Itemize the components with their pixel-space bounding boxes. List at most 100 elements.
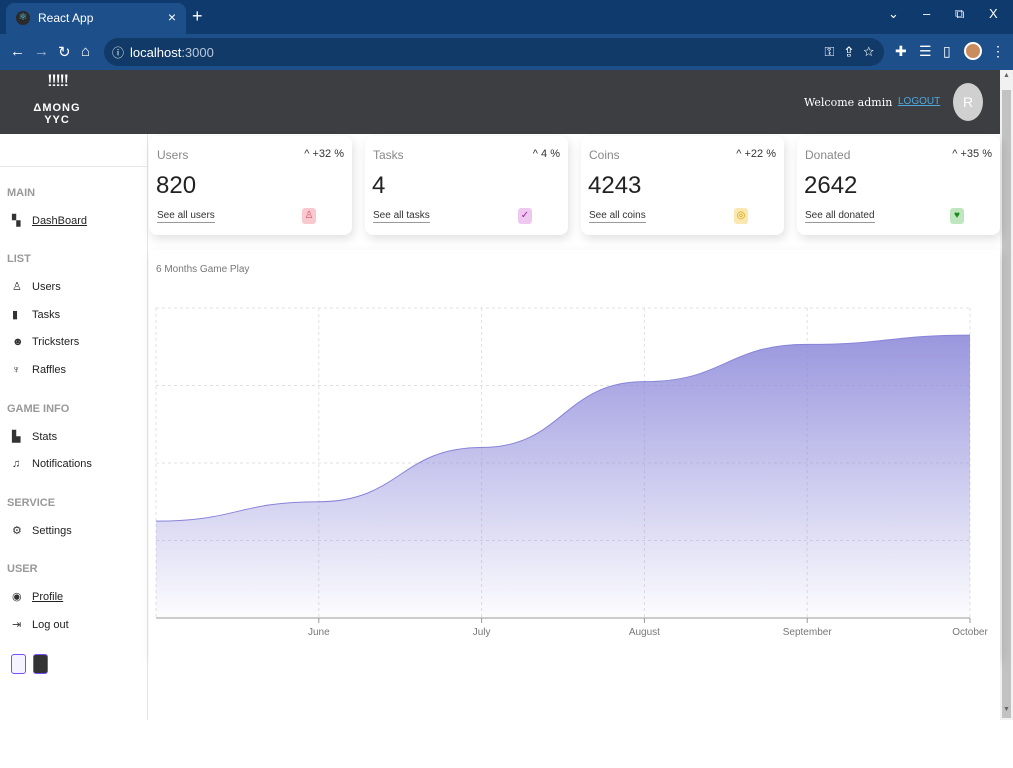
scrollbar-thumb[interactable] (1002, 90, 1011, 718)
new-tab-button[interactable]: + (192, 6, 203, 27)
stats-icon: ▙ (12, 431, 21, 443)
x-tick-label: October (952, 627, 988, 638)
task-check-icon: ✓ (518, 208, 532, 224)
reading-list-icon[interactable]: ☰ (919, 43, 932, 60)
widget-percent: ^ +22 % (736, 148, 776, 160)
react-favicon-icon: ⚛ (16, 11, 30, 25)
sidebar-item-settings[interactable]: ⚙ Settings (12, 524, 72, 537)
widget-donated: Donated ^ +35 % 2642 See all donated ♥ (797, 136, 1000, 235)
browser-tab[interactable]: ⚛ React App × (6, 3, 186, 34)
widget-percent: ^ +35 % (952, 148, 992, 160)
logout-icon: ⇥ (12, 619, 22, 631)
bell-icon: ♫ (12, 458, 21, 470)
browser-profile-avatar[interactable] (964, 42, 982, 60)
reload-icon[interactable]: ↻ (58, 43, 71, 61)
sidebar-item-label: Profile (32, 591, 64, 603)
sidebar-item-users[interactable]: ♙ Users (12, 280, 61, 293)
sidebar-item-tricksters[interactable]: ☻ Tricksters (12, 336, 79, 348)
widget-title: Coins (589, 148, 620, 162)
close-window-button[interactable]: X (989, 6, 998, 21)
tab-search-icon[interactable]: ⌄ (888, 6, 899, 22)
forward-icon[interactable]: → (34, 43, 49, 60)
back-icon[interactable]: ← (10, 43, 25, 60)
logout-link[interactable]: LOGOUT (898, 96, 940, 107)
widget-title: Donated (805, 148, 851, 162)
dashboard-icon: ▚ (12, 215, 21, 227)
sidebar-item-label: Stats (32, 431, 58, 443)
x-tick-label: July (473, 627, 491, 638)
section-main: MAIN (7, 187, 36, 199)
menu-icon[interactable]: ⋮ (991, 43, 1005, 60)
see-all-users-link[interactable]: See all users (157, 210, 215, 223)
logo[interactable]: ꜝꜝꜝꜝꜝ ΔMONG YYC (22, 76, 92, 126)
person-icon: ♙ (302, 208, 316, 224)
content-below-chart (149, 658, 1000, 720)
dark-theme-toggle[interactable] (33, 654, 48, 674)
url-field[interactable]: ⓘ localhost:3000 ⚿ ⇪ ☆ (104, 38, 884, 66)
browser-tab-bar: ⚛ React App × + ⌄ – ⧉ X (0, 0, 1013, 34)
sidebar-item-profile[interactable]: ◉ Profile (12, 590, 63, 603)
side-panel-icon[interactable]: ▯ (943, 43, 951, 60)
x-tick-label: September (783, 627, 833, 638)
minimize-button[interactable]: – (923, 6, 930, 21)
url-host: localhost (130, 45, 182, 60)
home-icon[interactable]: ⌂ (81, 43, 90, 60)
vertical-scrollbar[interactable]: ▲ ▼ (1000, 70, 1013, 720)
extensions-icon[interactable]: ✚ (895, 43, 907, 60)
area-chart: June July August September October (155, 307, 988, 638)
widget-value: 2642 (804, 172, 858, 199)
x-tick-label: August (629, 627, 660, 638)
see-all-donated-link[interactable]: See all donated (805, 210, 875, 223)
widget-coins: Coins ^ +22 % 4243 See all coins ◎ (581, 136, 784, 235)
see-all-coins-link[interactable]: See all coins (589, 210, 646, 223)
sidebar-divider (0, 166, 148, 167)
x-tick-label: June (308, 627, 330, 638)
sidebar-item-logout[interactable]: ⇥ Log out (12, 618, 69, 631)
sidebar-item-label: Log out (32, 619, 69, 631)
section-game-info: GAME INFO (7, 403, 70, 415)
star-icon[interactable]: ☆ (863, 44, 874, 59)
sidebar-item-dashboard[interactable]: ▚ DashBoard (12, 214, 87, 227)
welcome-text: Welcome admin (804, 96, 893, 109)
avatar[interactable]: R (953, 83, 983, 121)
restore-button[interactable]: ⧉ (955, 6, 964, 22)
section-service: SERVICE (7, 497, 56, 509)
sidebar-item-label: Settings (32, 525, 72, 537)
light-theme-toggle[interactable] (11, 654, 26, 674)
trophy-icon: ♆ (12, 364, 21, 376)
percent-value: +22 % (744, 148, 777, 160)
section-user: USER (7, 563, 38, 575)
up-arrow-icon: ^ (304, 148, 310, 160)
up-arrow-icon: ^ (532, 148, 538, 160)
sidebar-item-label: Raffles (32, 364, 67, 376)
widget-percent: ^ 4 % (533, 148, 560, 160)
tab-title: React App (38, 11, 94, 25)
widget-title: Users (157, 148, 189, 162)
share-icon[interactable]: ⇪ (845, 44, 852, 59)
sidebar-item-label: DashBoard (32, 215, 88, 227)
see-all-tasks-link[interactable]: See all tasks (373, 210, 430, 223)
up-arrow-icon: ^ (952, 148, 958, 160)
profile-icon: ◉ (12, 591, 22, 603)
site-info-icon[interactable]: ⓘ (112, 44, 124, 61)
game-play-chart: 6 Months Game Play June July August Septemb… (149, 250, 1000, 658)
sidebar-item-stats[interactable]: ▙ Stats (12, 430, 57, 443)
tab-close-icon[interactable]: × (168, 9, 176, 25)
scroll-down-icon[interactable]: ▼ (1003, 706, 1010, 713)
widget-users: Users ^ +32 % 820 See all users ♙ (149, 136, 352, 235)
widget-tasks: Tasks ^ 4 % 4 See all tasks ✓ (365, 136, 568, 235)
settings-icon: ⚙ (12, 525, 22, 537)
address-bar-row: ← → ↻ ⌂ ⓘ localhost:3000 ⚿ ⇪ ☆ ✚ ☰ ▯ ⋮ (0, 34, 1013, 70)
scroll-up-icon[interactable]: ▲ (1003, 72, 1010, 79)
logo-text: ΔMONG YYC (33, 102, 81, 126)
key-icon[interactable]: ⚿ (824, 44, 834, 59)
sidebar-item-tasks[interactable]: ▮ Tasks (12, 308, 60, 321)
sidebar-item-notifications[interactable]: ♫ Notifications (12, 458, 92, 470)
task-icon: ▮ (12, 309, 19, 321)
percent-value: +32 % (312, 148, 345, 160)
sidebar-item-label: Tricksters (32, 336, 80, 348)
widget-percent: ^ +32 % (304, 148, 344, 160)
sidebar: MAIN ▚ DashBoard LIST ♙ Users ▮ Tasks ☻ Tric… (0, 134, 148, 720)
sidebar-item-raffles[interactable]: ♆ Raffles (12, 364, 66, 376)
sidebar-item-label: Users (32, 281, 61, 293)
